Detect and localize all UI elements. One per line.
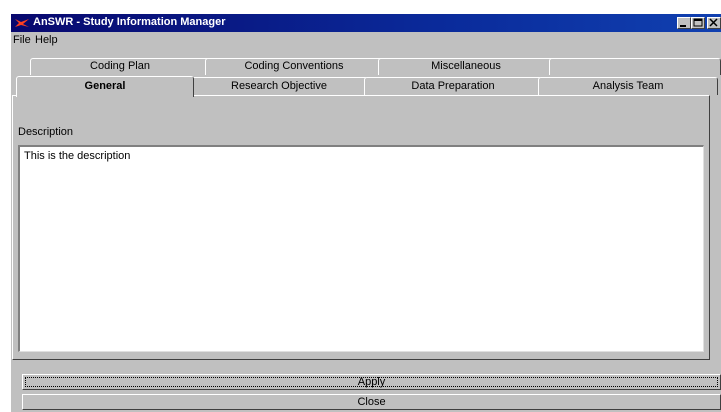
apply-button[interactable]: Apply — [22, 374, 721, 390]
tab-label: Coding Plan — [90, 60, 150, 72]
title-bar[interactable]: AnSWR - Study Information Manager — [11, 14, 721, 32]
close-button[interactable]: Close — [22, 394, 721, 410]
tab-label: Data Preparation — [411, 80, 495, 92]
maximize-icon — [693, 18, 703, 27]
tab-research-objective[interactable]: Research Objective — [190, 77, 368, 95]
window-title: AnSWR - Study Information Manager — [33, 16, 226, 28]
close-icon — [709, 18, 718, 27]
tab-label: Analysis Team — [592, 80, 664, 92]
app-icon — [15, 19, 29, 27]
tab-label: Coding Conventions — [244, 60, 344, 72]
tab-analysis-team[interactable]: Analysis Team — [538, 77, 718, 95]
tab-label: Research Objective — [231, 80, 327, 92]
minimize-icon — [680, 25, 686, 27]
maximize-button[interactable] — [691, 17, 705, 29]
minimize-button[interactable] — [677, 17, 691, 29]
menu-bar: File Help — [11, 32, 721, 48]
description-textarea[interactable]: This is the description — [18, 145, 704, 352]
tab-label: General — [84, 80, 126, 92]
menu-file[interactable]: File — [13, 34, 31, 46]
tab-miscellaneous[interactable]: Miscellaneous — [378, 58, 554, 75]
tab-data-preparation[interactable]: Data Preparation — [364, 77, 542, 95]
description-label: Description — [18, 126, 74, 138]
tab-coding-plan[interactable]: Coding Plan — [30, 58, 210, 75]
tab-blank[interactable] — [549, 58, 721, 75]
tab-coding-conventions[interactable]: Coding Conventions — [205, 58, 383, 75]
menu-help[interactable]: Help — [35, 34, 58, 46]
close-window-button[interactable] — [707, 17, 721, 29]
tab-label: Miscellaneous — [431, 60, 501, 72]
tab-general[interactable]: General — [16, 76, 194, 97]
